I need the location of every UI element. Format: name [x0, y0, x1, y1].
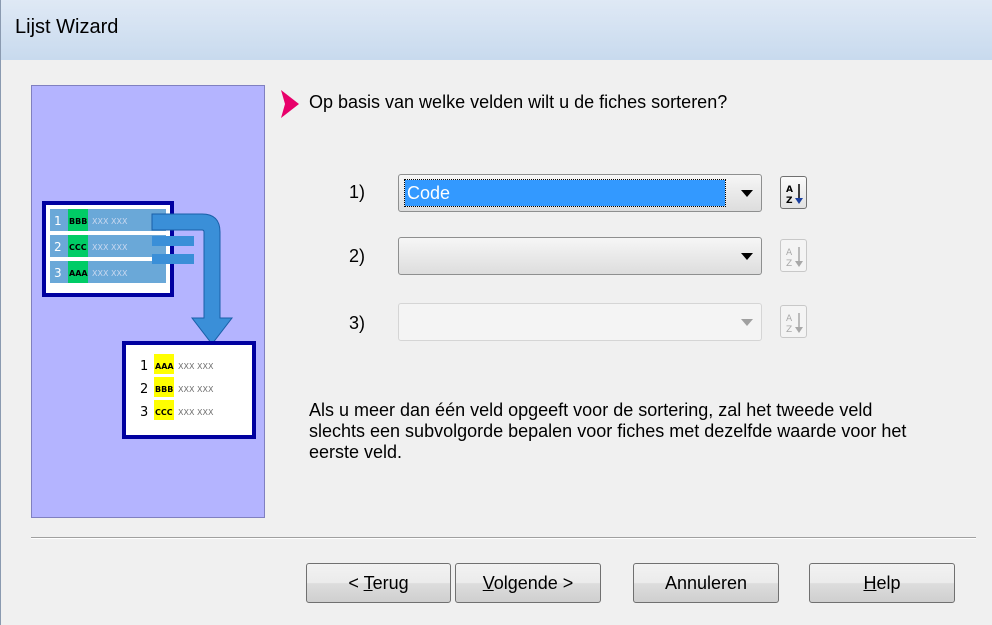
sort-field-2-label: 2)	[349, 246, 366, 266]
after-row-3-rest: XXX XXX	[178, 408, 214, 417]
sort-field-1-label: 1)	[349, 182, 366, 202]
sort-field-3-label: 3)	[349, 313, 366, 333]
sort-illustration: 1 BBB XXX XXX 2 CCC XXX XXX 3 AAA XXX XX…	[31, 85, 265, 518]
svg-text:Z: Z	[786, 325, 792, 335]
help-button-label-post: elp	[876, 573, 901, 593]
sort-field-1-select[interactable]: Code	[398, 174, 762, 212]
after-row-2-num: 2	[140, 382, 148, 397]
sort-field-1-order-button[interactable]: A Z	[780, 176, 807, 209]
back-button[interactable]: < Terug	[306, 563, 451, 603]
after-row-2-rest: XXX XXX	[178, 385, 214, 394]
sort-ascending-az-icon: A Z	[786, 313, 803, 335]
next-button-mnemonic: V	[482, 573, 494, 593]
sort-field-3-select[interactable]	[398, 303, 762, 341]
sort-field-1-value: Code	[404, 179, 726, 207]
chevron-down-icon	[741, 253, 753, 260]
window-title: Lijst Wizard	[15, 16, 119, 38]
sort-illustration-graphic: 1 BBB XXX XXX 2 CCC XXX XXX 3 AAA XXX XX…	[42, 201, 256, 439]
prompt-text: Op basis van welke velden wilt u de fich…	[309, 92, 728, 112]
svg-text:Z: Z	[786, 259, 792, 269]
sort-ascending-az-icon: A Z	[786, 247, 803, 269]
after-row-1-key: AAA	[155, 362, 174, 371]
help-button-mnemonic: H	[863, 573, 877, 593]
svg-text:A: A	[786, 248, 793, 258]
svg-text:Z: Z	[786, 196, 793, 206]
before-row-2-rest: XXX XXX	[92, 243, 128, 252]
svg-text:A: A	[786, 314, 793, 324]
button-separator	[31, 537, 976, 539]
before-row-3-num: 3	[54, 266, 62, 280]
after-row-1-num: 1	[140, 359, 148, 374]
back-button-mnemonic: T	[363, 573, 373, 593]
sort-field-2-select[interactable]	[398, 237, 762, 275]
chevron-down-icon	[741, 319, 753, 326]
next-button-label-post: olgende >	[493, 573, 574, 593]
sort-field-3-order-button[interactable]: A Z	[780, 305, 807, 338]
sort-ascending-az-icon: A Z	[786, 184, 803, 206]
after-row-2-key: BBB	[155, 385, 173, 394]
back-button-label-post: erug	[372, 573, 409, 593]
title-bar: Lijst Wizard	[0, 0, 992, 60]
help-button[interactable]: Help	[809, 563, 955, 603]
cancel-button[interactable]: Annuleren	[633, 563, 779, 603]
chevron-down-icon	[741, 190, 753, 197]
before-row-1-num: 1	[54, 214, 62, 228]
after-row-3-key: CCC	[155, 408, 173, 417]
sort-field-3-value	[405, 309, 725, 335]
before-row-3-key: AAA	[69, 269, 88, 278]
before-row-3-rest: XXX XXX	[92, 269, 128, 278]
after-row-1-rest: XXX XXX	[178, 362, 214, 371]
before-row-1-key: BBB	[69, 217, 87, 226]
sort-explanation-text: Als u meer dan één veld opgeeft voor de …	[309, 400, 907, 462]
sort-field-2-order-button[interactable]: A Z	[780, 239, 807, 272]
before-row-2-key: CCC	[69, 243, 87, 252]
svg-text:A: A	[786, 185, 793, 195]
back-button-label-pre: <	[348, 573, 364, 593]
wizard-body: 1 BBB XXX XXX 2 CCC XXX XXX 3 AAA XXX XX…	[0, 60, 992, 625]
prompt-pointer-icon	[281, 90, 299, 118]
next-button[interactable]: Volgende >	[455, 563, 601, 603]
sort-field-2-value	[405, 243, 725, 269]
before-row-1-rest: XXX XXX	[92, 217, 128, 226]
before-row-2-num: 2	[54, 240, 62, 254]
after-row-3-num: 3	[140, 405, 148, 420]
